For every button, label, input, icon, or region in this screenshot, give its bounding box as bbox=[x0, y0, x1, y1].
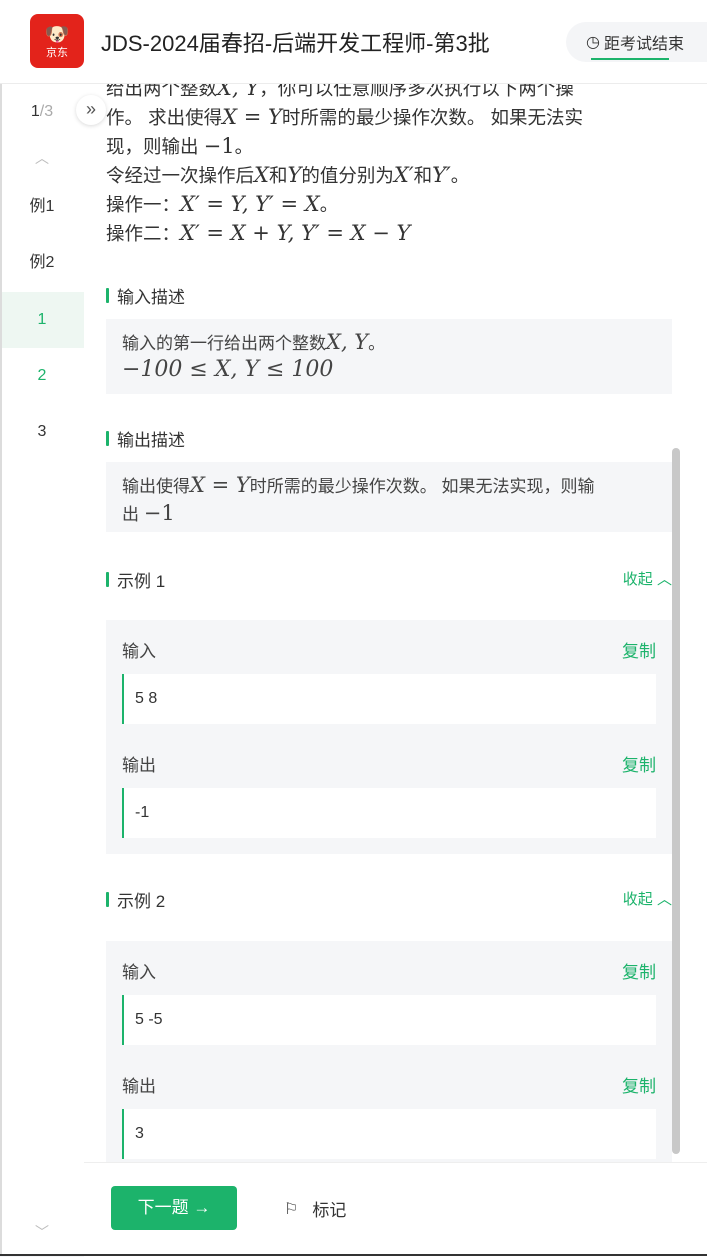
example-1-output-copy-button[interactable]: 复制 bbox=[622, 751, 656, 776]
section-marker bbox=[106, 431, 109, 446]
bottom-action-bar: 下一题 → ⚐ 标记 bbox=[84, 1162, 707, 1257]
example-1-block: 输入 复制 5 8 输出 复制 -1 bbox=[106, 620, 672, 854]
timer-label: 距考试结束 bbox=[603, 36, 684, 53]
jd-dog-icon: 🐶 bbox=[44, 23, 70, 46]
desc-line: 作。 求出使得X = Y时所需的最少操作次数。 如果无法实 bbox=[106, 105, 584, 129]
example-1-input-label: 输入 bbox=[122, 642, 156, 661]
operation-2: 操作二：X′ = X + Y, Y′ = X − Y bbox=[106, 221, 411, 245]
output-desc-line: 出 −1 bbox=[122, 501, 175, 525]
example-2-title: 示例 2 bbox=[106, 887, 165, 912]
sidebar-item-example-1[interactable]: 例1 bbox=[0, 179, 84, 235]
expand-sidebar-button[interactable]: » bbox=[76, 95, 106, 125]
example-1-input-copy-button[interactable]: 复制 bbox=[622, 637, 656, 662]
chevron-down-icon[interactable]: ﹀ bbox=[0, 1222, 84, 1242]
section-marker bbox=[106, 892, 109, 907]
input-constraint: −100 ≤ X, Y ≤ 100 bbox=[122, 357, 334, 382]
example-2-input-copy-button[interactable]: 复制 bbox=[622, 958, 656, 983]
example-2-block: 输入 复制 5 -5 输出 复制 3 bbox=[106, 941, 672, 1162]
input-desc-title: 输入描述 bbox=[106, 283, 185, 308]
output-desc-line: 输出使得X = Y时所需的最少操作次数。 如果无法实现，则输 bbox=[122, 473, 595, 497]
content-scrollbar[interactable] bbox=[672, 448, 680, 1154]
example-1-output-label: 输出 bbox=[122, 756, 156, 775]
mark-button[interactable]: ⚐ 标记 bbox=[284, 1196, 346, 1221]
desc-line: 现，则输出 −1。 bbox=[106, 134, 254, 158]
section-marker bbox=[106, 572, 109, 587]
input-desc-line: 输入的第一行给出两个整数X, Y。 bbox=[122, 330, 386, 354]
top-header: 🐶 京东 JDS-2024届春招-后端开发工程师-第3批 ◷ 距考试结束 bbox=[0, 0, 707, 84]
sidebar-item-question-1[interactable]: 1 bbox=[0, 292, 84, 348]
timer-underline bbox=[591, 58, 669, 60]
sidebar-item-question-2[interactable]: 2 bbox=[0, 348, 84, 404]
chevron-up-icon: ︿ bbox=[656, 891, 672, 908]
desc-line: 给出两个整数X, Y，你可以任意顺序多次执行以下两个操 bbox=[106, 84, 574, 100]
operation-1: 操作一：X′ = Y, Y′ = X。 bbox=[106, 192, 339, 216]
section-marker bbox=[106, 288, 109, 303]
chevron-up-icon[interactable]: ︿ bbox=[0, 148, 84, 168]
example-1-collapse-button[interactable]: 收起 ︿ bbox=[623, 568, 672, 589]
example-2-output-code: 3 bbox=[122, 1109, 656, 1159]
exam-title: JDS-2024届春招-后端开发工程师-第3批 bbox=[101, 31, 490, 56]
sidebar-edge bbox=[0, 84, 2, 1256]
sidebar-item-question-3[interactable]: 3 bbox=[0, 404, 84, 460]
progress-current: 1 bbox=[30, 103, 40, 120]
example-2-output-label: 输出 bbox=[122, 1077, 156, 1096]
logo-text: 京东 bbox=[46, 45, 68, 59]
clock-icon: ◷ bbox=[586, 34, 600, 51]
chevron-up-icon: ︿ bbox=[656, 571, 672, 588]
example-1-title: 示例 1 bbox=[106, 567, 165, 592]
mark-label: 标记 bbox=[312, 1201, 347, 1220]
example-2-output-copy-button[interactable]: 复制 bbox=[622, 1072, 656, 1097]
progress-total: /3 bbox=[39, 103, 54, 120]
desc-line: 令经过一次操作后X和Y的值分别为X′和Y′。 bbox=[106, 163, 470, 187]
sidebar-item-example-2[interactable]: 例2 bbox=[0, 235, 84, 291]
example-1-output-code: -1 bbox=[122, 788, 656, 838]
flag-icon: ⚐ bbox=[284, 1200, 299, 1218]
example-2-collapse-button[interactable]: 收起 ︿ bbox=[623, 888, 672, 909]
jd-logo: 🐶 京东 bbox=[30, 14, 84, 68]
output-desc-title: 输出描述 bbox=[106, 426, 185, 451]
question-progress: 1/3 bbox=[0, 103, 84, 121]
exam-timer: ◷ 距考试结束 bbox=[566, 22, 707, 62]
question-sidebar: 1/3 ︿ 例1 例2 1 2 3 ﹀ bbox=[0, 84, 84, 1256]
example-2-input-code: 5 -5 bbox=[122, 995, 656, 1045]
example-2-input-label: 输入 bbox=[122, 963, 156, 982]
problem-description: 给出两个整数X, Y，你可以任意顺序多次执行以下两个操 作。 求出使得X = Y… bbox=[106, 84, 646, 248]
output-desc-box: 输出使得X = Y时所需的最少操作次数。 如果无法实现，则输 出 −1 bbox=[106, 462, 672, 532]
input-desc-box: 输入的第一行给出两个整数X, Y。 −100 ≤ X, Y ≤ 100 bbox=[106, 319, 672, 394]
example-1-input-code: 5 8 bbox=[122, 674, 656, 724]
next-question-button[interactable]: 下一题 → bbox=[111, 1186, 237, 1230]
problem-panel: 给出两个整数X, Y，你可以任意顺序多次执行以下两个操 作。 求出使得X = Y… bbox=[84, 84, 707, 1162]
